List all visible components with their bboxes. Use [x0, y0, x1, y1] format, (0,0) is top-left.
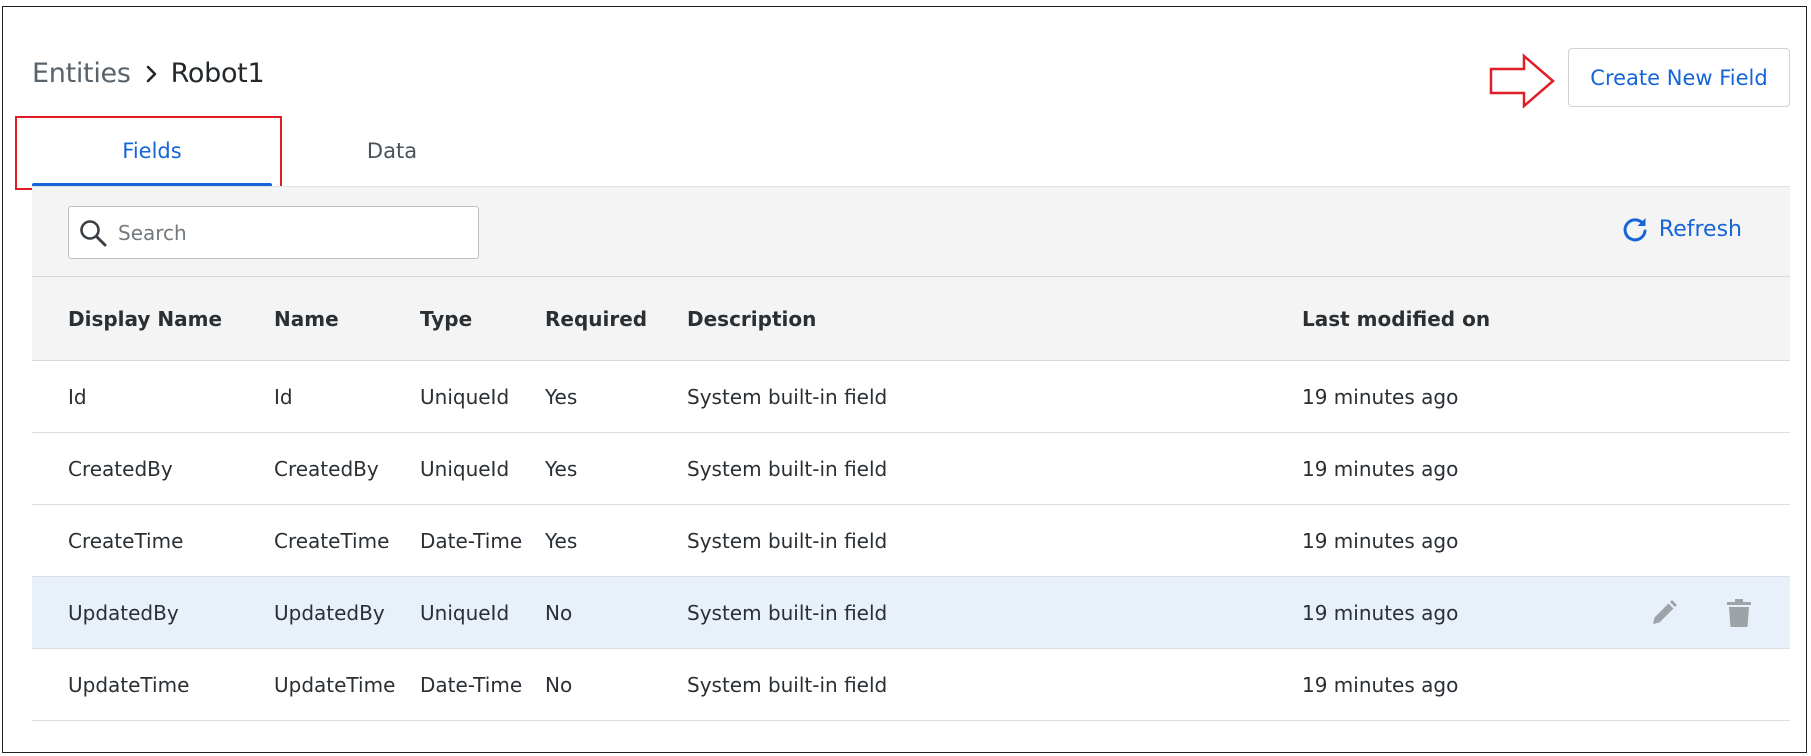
cell-type: UniqueId: [420, 600, 510, 625]
refresh-button[interactable]: Refresh: [1621, 215, 1742, 243]
edit-field-button[interactable]: [1649, 598, 1679, 628]
cell-name: UpdateTime: [274, 672, 396, 697]
table-row[interactable]: CreatedBy CreatedBy UniqueId Yes System …: [32, 433, 1790, 505]
cell-type: UniqueId: [420, 384, 510, 409]
table-row-hovered[interactable]: UpdatedBy UpdatedBy UniqueId No System b…: [32, 577, 1790, 649]
column-header-description[interactable]: Description: [687, 277, 816, 360]
cell-display-name: CreateTime: [68, 528, 184, 553]
chevron-right-icon: [145, 64, 159, 84]
table-body: Id Id UniqueId Yes System built-in field…: [32, 361, 1790, 721]
cell-description: System built-in field: [687, 528, 888, 553]
cell-display-name: UpdateTime: [68, 672, 190, 697]
breadcrumb: Entities Robot1: [32, 58, 265, 89]
cell-required: No: [545, 600, 573, 625]
annotation-arrow-icon: [1489, 53, 1555, 109]
cell-name: UpdatedBy: [274, 600, 385, 625]
cell-required: Yes: [545, 456, 578, 481]
cell-last-modified: 19 minutes ago: [1302, 672, 1459, 697]
cell-last-modified: 19 minutes ago: [1302, 384, 1459, 409]
search-icon: [78, 218, 108, 248]
cell-type: Date-Time: [420, 672, 523, 697]
column-header-last-modified[interactable]: Last modified on: [1302, 277, 1490, 360]
trash-icon: [1726, 598, 1752, 628]
table-toolbar: Refresh: [32, 186, 1790, 277]
cell-last-modified: 19 minutes ago: [1302, 456, 1459, 481]
cell-description: System built-in field: [687, 672, 888, 697]
search-box: [68, 206, 479, 259]
table-row[interactable]: Id Id UniqueId Yes System built-in field…: [32, 361, 1790, 433]
cell-display-name: UpdatedBy: [68, 600, 179, 625]
cell-last-modified: 19 minutes ago: [1302, 600, 1459, 625]
cell-last-modified: 19 minutes ago: [1302, 528, 1459, 553]
column-header-type[interactable]: Type: [420, 277, 472, 360]
refresh-label: Refresh: [1658, 216, 1742, 242]
cell-description: System built-in field: [687, 600, 888, 625]
cell-required: No: [545, 672, 573, 697]
cell-name: CreatedBy: [274, 456, 379, 481]
cell-name: Id: [274, 384, 293, 409]
search-input[interactable]: [116, 219, 460, 246]
table-row[interactable]: CreateTime CreateTime Date-Time Yes Syst…: [32, 505, 1790, 577]
cell-display-name: CreatedBy: [68, 456, 173, 481]
tab-fields[interactable]: Fields: [32, 118, 272, 187]
cell-required: Yes: [545, 528, 578, 553]
tab-data[interactable]: Data: [302, 118, 482, 184]
cell-type: UniqueId: [420, 456, 510, 481]
delete-field-button[interactable]: [1724, 598, 1754, 628]
cell-description: System built-in field: [687, 456, 888, 481]
table-header: Display Name Name Type Required Descript…: [32, 277, 1790, 361]
cell-description: System built-in field: [687, 384, 888, 409]
column-header-name[interactable]: Name: [274, 277, 339, 360]
pencil-icon: [1649, 598, 1679, 628]
cell-required: Yes: [545, 384, 578, 409]
column-header-display-name[interactable]: Display Name: [68, 277, 222, 360]
breadcrumb-entities-link[interactable]: Entities: [32, 58, 131, 89]
refresh-icon: [1621, 215, 1649, 243]
cell-display-name: Id: [68, 384, 87, 409]
column-header-required[interactable]: Required: [545, 277, 647, 360]
cell-type: Date-Time: [420, 528, 523, 553]
cell-name: CreateTime: [274, 528, 390, 553]
table-row[interactable]: UpdateTime UpdateTime Date-Time No Syste…: [32, 649, 1790, 721]
tab-bar: Fields Data: [32, 118, 1790, 187]
breadcrumb-current: Robot1: [170, 58, 265, 89]
create-new-field-button[interactable]: Create New Field: [1568, 48, 1790, 107]
